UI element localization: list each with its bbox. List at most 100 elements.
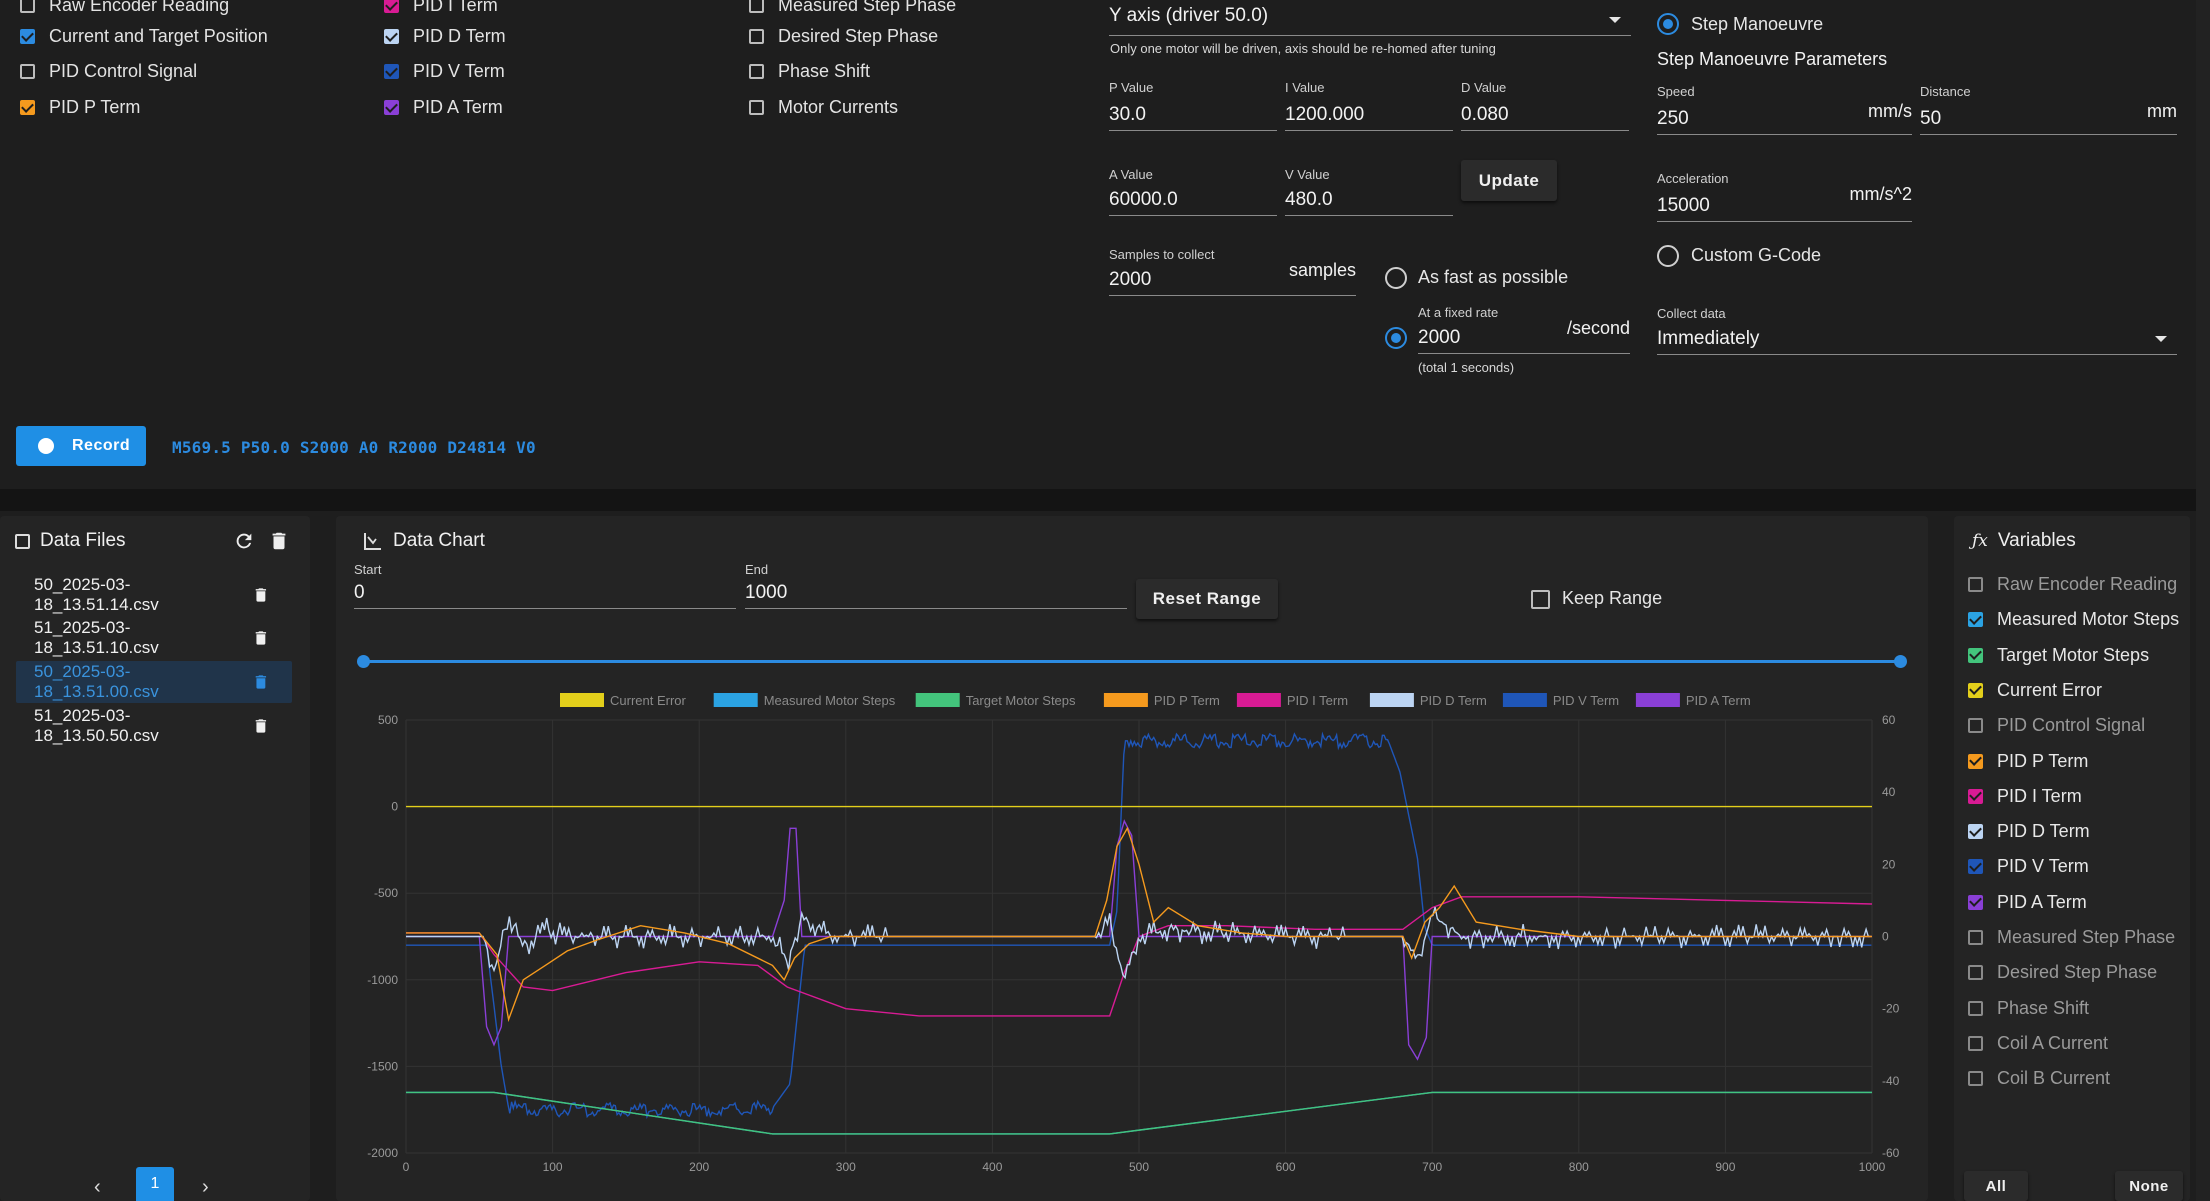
samples-field[interactable]: Samples to collect 2000 samples: [1109, 247, 1356, 296]
file-item[interactable]: 50_2025-03-18_13.51.00.csv: [16, 661, 292, 703]
select-none-button[interactable]: None: [2115, 1171, 2183, 1201]
variable-item[interactable]: Target Motor Steps: [1968, 645, 2149, 666]
variable-checkbox[interactable]: [1968, 1035, 1983, 1051]
plot-option-checkbox[interactable]: [749, 0, 764, 13]
variable-item[interactable]: PID D Term: [1968, 821, 2090, 842]
p-value-field[interactable]: P Value 30.0: [1109, 80, 1277, 131]
refresh-icon[interactable]: [233, 530, 255, 552]
range-end-field[interactable]: End 1000: [745, 562, 1127, 609]
range-end-input[interactable]: 1000: [745, 582, 787, 604]
delete-file-icon[interactable]: [252, 716, 270, 736]
plot-option-checkbox[interactable]: [20, 64, 35, 79]
speed-field[interactable]: Speed 250 mm/s: [1657, 84, 1912, 135]
fast-radio[interactable]: [1385, 267, 1407, 289]
acceleration-field[interactable]: Acceleration 15000 mm/s^2: [1657, 171, 1912, 222]
range-slider-start-handle[interactable]: [357, 655, 370, 668]
plot-option-checkbox[interactable]: [384, 100, 399, 115]
plot-option[interactable]: PID P Term: [20, 97, 140, 118]
delete-file-icon[interactable]: [252, 628, 270, 648]
d-value-field[interactable]: D Value 0.080: [1461, 80, 1629, 131]
variable-item[interactable]: PID P Term: [1968, 751, 2088, 772]
fixed-rate-input[interactable]: 2000: [1418, 327, 1460, 349]
file-item[interactable]: 50_2025-03-18_13.51.14.csv: [16, 574, 292, 616]
a-value-input[interactable]: 60000.0: [1109, 189, 1178, 211]
plot-option[interactable]: PID V Term: [384, 61, 505, 82]
next-page-icon[interactable]: ›: [202, 1176, 209, 1199]
i-value-field[interactable]: I Value 1200.000: [1285, 80, 1453, 131]
plot-option[interactable]: PID D Term: [384, 26, 506, 47]
variable-item[interactable]: Phase Shift: [1968, 998, 2089, 1019]
variable-checkbox[interactable]: [1968, 1000, 1983, 1016]
plot-option-checkbox[interactable]: [20, 29, 35, 44]
plot-option-checkbox[interactable]: [384, 29, 399, 44]
collect-data-select[interactable]: Collect data Immediately: [1657, 306, 2177, 355]
fixed-rate-field[interactable]: At a fixed rate 2000 /second: [1418, 305, 1630, 354]
plot-option[interactable]: Measured Step Phase: [749, 0, 956, 16]
samples-input[interactable]: 2000: [1109, 269, 1151, 291]
record-button[interactable]: Record: [16, 426, 146, 466]
variable-item[interactable]: PID I Term: [1968, 786, 2082, 807]
variable-checkbox[interactable]: [1968, 859, 1983, 875]
variable-checkbox[interactable]: [1968, 577, 1983, 592]
v-value-input[interactable]: 480.0: [1285, 189, 1333, 211]
variable-checkbox[interactable]: [1968, 647, 1983, 663]
variable-checkbox[interactable]: [1968, 612, 1983, 628]
plot-option[interactable]: PID Control Signal: [20, 61, 197, 82]
select-all-button[interactable]: All: [1964, 1171, 2028, 1201]
range-slider-end-handle[interactable]: [1894, 655, 1907, 668]
update-button[interactable]: Update: [1461, 160, 1557, 201]
plot-option-checkbox[interactable]: [384, 64, 399, 79]
plot-option-checkbox[interactable]: [749, 64, 764, 79]
variable-item[interactable]: PID Control Signal: [1968, 715, 2145, 736]
variable-checkbox[interactable]: [1968, 965, 1983, 981]
distance-input[interactable]: 50: [1920, 108, 1941, 130]
delete-all-icon[interactable]: [268, 530, 290, 552]
plot-option[interactable]: Desired Step Phase: [749, 26, 938, 47]
variable-item[interactable]: PID A Term: [1968, 892, 2087, 913]
keep-range-checkbox[interactable]: [1531, 590, 1550, 609]
file-item[interactable]: 51_2025-03-18_13.51.10.csv: [16, 617, 292, 659]
variable-item[interactable]: Coil A Current: [1968, 1033, 2108, 1054]
distance-field[interactable]: Distance 50 mm: [1920, 84, 2177, 135]
variable-checkbox[interactable]: [1968, 1071, 1983, 1087]
variable-checkbox[interactable]: [1968, 824, 1983, 840]
plot-option[interactable]: PID A Term: [384, 97, 503, 118]
plot-option-checkbox[interactable]: [749, 100, 764, 115]
variable-item[interactable]: Measured Step Phase: [1968, 927, 2175, 948]
d-value-input[interactable]: 0.080: [1461, 104, 1509, 126]
fixed-rate-radio[interactable]: [1385, 327, 1407, 349]
vertical-scrollbar[interactable]: [2196, 0, 2210, 1201]
variable-checkbox[interactable]: [1968, 682, 1983, 698]
speed-input[interactable]: 250: [1657, 108, 1689, 130]
a-value-field[interactable]: A Value 60000.0: [1109, 167, 1277, 216]
delete-file-icon[interactable]: [252, 585, 270, 605]
plot-option[interactable]: Raw Encoder Reading: [20, 0, 229, 16]
plot-option-checkbox[interactable]: [749, 29, 764, 44]
range-start-field[interactable]: Start 0: [354, 562, 736, 609]
variable-checkbox[interactable]: [1968, 753, 1983, 769]
range-slider-track[interactable]: [363, 660, 1901, 663]
range-start-input[interactable]: 0: [354, 582, 365, 604]
variable-checkbox[interactable]: [1968, 788, 1983, 804]
page-button[interactable]: 1: [136, 1167, 174, 1201]
variable-item[interactable]: Coil B Current: [1968, 1068, 2110, 1089]
plot-option[interactable]: PID I Term: [384, 0, 498, 16]
plot-option-checkbox[interactable]: [20, 0, 35, 13]
plot-option-checkbox[interactable]: [20, 100, 35, 115]
v-value-field[interactable]: V Value 480.0: [1285, 167, 1453, 216]
p-value-input[interactable]: 30.0: [1109, 104, 1146, 126]
custom-gcode-radio[interactable]: [1657, 245, 1679, 267]
variable-checkbox[interactable]: [1968, 930, 1983, 945]
plot-option-checkbox[interactable]: [384, 0, 399, 13]
step-manoeuvre-radio[interactable]: [1657, 13, 1679, 35]
variable-item[interactable]: Desired Step Phase: [1968, 962, 2157, 983]
variable-item[interactable]: Raw Encoder Reading: [1968, 574, 2177, 595]
variable-item[interactable]: PID V Term: [1968, 856, 2089, 877]
variable-checkbox[interactable]: [1968, 894, 1983, 910]
file-item[interactable]: 51_2025-03-18_13.50.50.csv: [16, 705, 292, 747]
reset-range-button[interactable]: Reset Range: [1136, 579, 1278, 619]
plot-option[interactable]: Motor Currents: [749, 97, 898, 118]
axis-select[interactable]: Y axis (driver 50.0): [1109, 0, 1631, 36]
variable-checkbox[interactable]: [1968, 718, 1983, 734]
i-value-input[interactable]: 1200.000: [1285, 104, 1364, 126]
